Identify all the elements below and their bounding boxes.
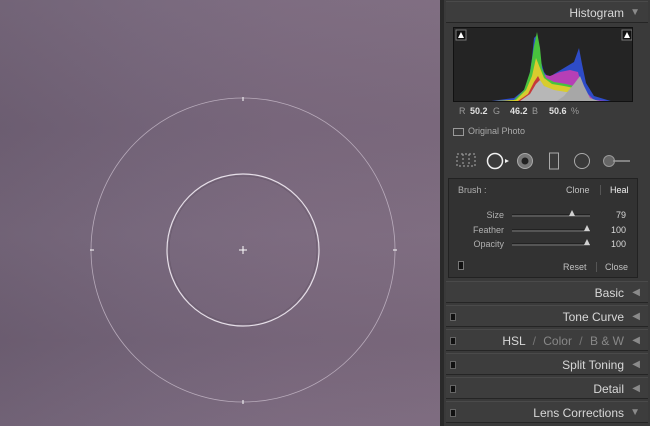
lens-corrections-panel-header[interactable]: Lens Corrections ▼ [446,401,648,423]
panel-switch-icon[interactable] [450,385,456,393]
feather-value[interactable]: 100 [602,225,626,235]
collapse-triangle-icon: ▼ [630,407,640,418]
histogram-readout: R 50.2 G 46.2 B 50.6 % [453,106,633,120]
split-toning-title: Split Toning [562,358,624,372]
radial-filter-icon[interactable] [573,152,591,170]
r-label: R [459,106,466,116]
clone-button[interactable]: Clone [566,185,590,195]
red-eye-icon[interactable] [516,152,534,170]
original-photo-checkbox[interactable] [453,127,464,136]
hsl-panel-header[interactable]: HSL / Color / B & W ◀ [446,329,648,351]
hsl-tabs: HSL / Color / B & W [502,330,624,352]
size-slider-thumb[interactable] [568,210,575,216]
expand-triangle-icon: ◀ [632,383,640,394]
mode-separator [600,185,601,195]
spot-removal-icon[interactable] [486,152,510,170]
panel-switch-icon[interactable] [450,409,456,417]
lens-corrections-title: Lens Corrections [533,406,624,420]
reset-close-separator [596,262,597,272]
opacity-label: Opacity [473,239,504,249]
split-toning-panel-header[interactable]: Split Toning ◀ [446,353,648,375]
expand-triangle-icon: ◀ [632,311,640,322]
brush-overlay [90,97,397,404]
tone-curve-title: Tone Curve [562,310,624,324]
histogram-graph[interactable] [453,27,633,102]
expand-triangle-icon: ◀ [632,335,640,346]
original-photo-label: Original Photo [468,126,526,136]
hsl-slash-2: / [579,334,583,348]
g-label: G [493,106,501,116]
panel-switch-icon[interactable] [458,261,464,270]
percent-sign: % [571,106,580,116]
adjustment-brush-icon[interactable] [601,152,631,170]
feather-slider-thumb[interactable] [584,225,590,231]
collapse-triangle-icon: ▼ [630,7,640,18]
graduated-filter-icon[interactable] [548,152,560,170]
panel-switch-icon[interactable] [450,313,456,321]
opacity-value[interactable]: 100 [602,239,626,249]
feather-label: Feather [472,225,504,235]
heal-button[interactable]: Heal [610,185,629,195]
photo-canvas[interactable] [0,0,440,426]
crop-overlay-icon[interactable] [456,152,476,168]
feather-slider-track[interactable] [512,229,590,232]
color-tab[interactable]: Color [543,334,572,348]
opacity-slider-thumb[interactable] [584,239,590,245]
basic-title: Basic [594,286,624,300]
histogram-title: Histogram [569,6,624,20]
brush-label: Brush : [458,185,487,195]
b-value: 50.6 [549,106,567,116]
b-label: B [532,106,539,116]
expand-triangle-icon: ◀ [632,359,640,370]
size-slider-track[interactable] [512,214,590,217]
panel-switch-icon[interactable] [450,361,456,369]
histogram-header[interactable]: Histogram ▼ [446,1,648,23]
r-value: 50.2 [470,106,488,116]
detail-title: Detail [593,382,624,396]
tone-curve-panel-header[interactable]: Tone Curve ◀ [446,305,648,327]
opacity-slider-track[interactable] [512,243,590,246]
reset-button[interactable]: Reset [563,262,587,272]
size-value[interactable]: 79 [602,210,626,220]
hsl-slash-1: / [532,334,536,348]
hsl-tab[interactable]: HSL [502,334,525,348]
bw-tab[interactable]: B & W [590,334,624,348]
original-photo-toggle[interactable]: Original Photo [453,126,525,136]
detail-panel-header[interactable]: Detail ◀ [446,377,648,399]
close-button[interactable]: Close [605,262,628,272]
g-value: 46.2 [510,106,528,116]
size-label: Size [486,210,504,220]
tool-strip [446,145,648,175]
panel-switch-icon[interactable] [450,337,456,345]
basic-panel-header[interactable]: Basic ◀ [446,281,648,303]
expand-triangle-icon: ◀ [632,287,640,298]
